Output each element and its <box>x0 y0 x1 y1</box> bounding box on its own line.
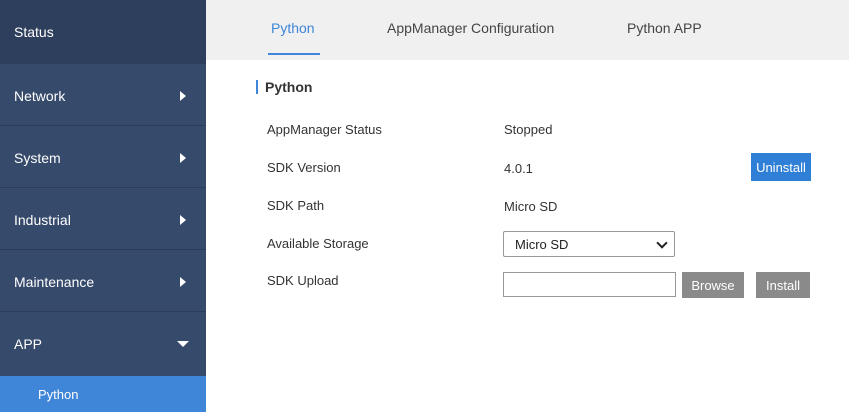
appmanager-status-label: AppManager Status <box>267 122 382 137</box>
chevron-right-icon <box>168 214 198 225</box>
sidebar-item-label: Network <box>14 87 66 104</box>
section-title: Python <box>256 80 312 94</box>
tab-appmanager-configuration[interactable]: AppManager Configuration <box>387 20 554 36</box>
sdk-version-label: SDK Version <box>267 160 341 175</box>
chevron-right-icon <box>168 152 198 163</box>
chevron-down-icon <box>168 341 198 347</box>
sidebar-item-system[interactable]: System <box>0 128 206 188</box>
sdk-upload-label: SDK Upload <box>267 273 339 288</box>
chevron-right-icon <box>168 276 198 287</box>
chevron-right-icon <box>168 90 198 101</box>
sdk-version-value: 4.0.1 <box>504 161 533 176</box>
sidebar-item-label: Status <box>14 23 54 40</box>
sdk-path-value: Micro SD <box>504 199 558 214</box>
tab-python-app[interactable]: Python APP <box>627 20 702 36</box>
sidebar-subitem-python[interactable]: Python <box>0 376 206 412</box>
sdk-path-label: SDK Path <box>267 198 325 213</box>
available-storage-selected: Micro SD <box>515 236 569 252</box>
sdk-upload-file-field[interactable] <box>503 272 676 297</box>
sidebar-item-industrial[interactable]: Industrial <box>0 190 206 250</box>
active-tab-indicator <box>268 53 320 55</box>
sidebar-item-network[interactable]: Network <box>0 66 206 126</box>
install-button[interactable]: Install <box>756 272 810 298</box>
tab-python[interactable]: Python <box>271 20 315 36</box>
available-storage-select[interactable]: Micro SD <box>503 231 675 257</box>
sidebar-item-label: APP <box>14 336 43 352</box>
browse-button[interactable]: Browse <box>682 272 744 298</box>
available-storage-label: Available Storage <box>267 236 369 251</box>
chevron-down-icon <box>656 237 668 249</box>
appmanager-status-value: Stopped <box>504 122 553 137</box>
sidebar-item-label: System <box>14 149 61 166</box>
sidebar-item-app[interactable]: APP <box>0 314 206 374</box>
sidebar: Status Network System Industrial Mainten… <box>0 0 206 412</box>
sidebar-item-label: Maintenance <box>14 273 95 290</box>
sidebar-item-status[interactable]: Status <box>0 0 206 64</box>
sidebar-item-label: Industrial <box>14 211 71 228</box>
uninstall-button[interactable]: Uninstall <box>751 153 811 181</box>
sidebar-item-maintenance[interactable]: Maintenance <box>0 252 206 312</box>
